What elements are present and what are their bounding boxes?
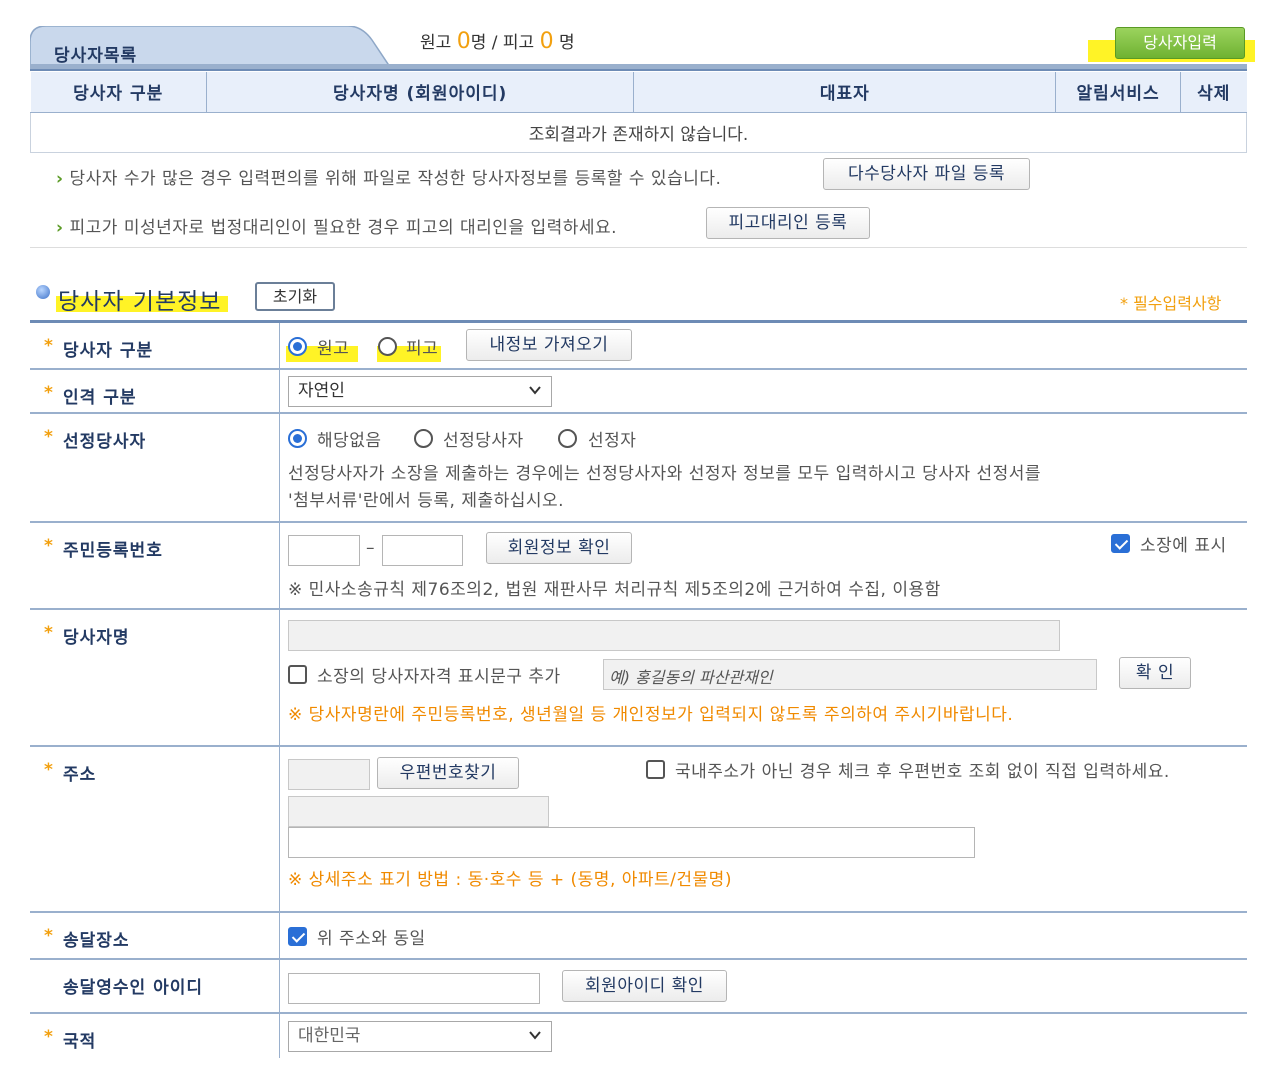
- label-nationality: 국적: [63, 1032, 97, 1052]
- radio-defendant[interactable]: [378, 337, 397, 356]
- radio-plaintiff-label: 원고: [317, 339, 350, 359]
- label-resident-no: 주민등록번호: [63, 541, 163, 561]
- file-info-line: › 당사자 수가 많은 경우 입력편의를 위해 파일로 작성한 당사자정보를 등록…: [56, 169, 722, 189]
- radio-defendant-label: 피고: [406, 339, 439, 359]
- row-delivery: * 송달장소: [30, 913, 1247, 960]
- party-name-warning: ※ 당사자명란에 주민등록번호, 생년월일 등 개인정보가 입력되지 않도록 주…: [288, 705, 1014, 725]
- show-on-complaint-label: 소장에 표시: [1140, 536, 1227, 556]
- reset-button[interactable]: 초기화: [255, 282, 335, 311]
- same-address-label: 위 주소와 동일: [317, 929, 426, 949]
- check-member-id-button[interactable]: 회원아이디 확인: [562, 970, 727, 1002]
- radio-plaintiff[interactable]: [288, 337, 307, 356]
- add-party-button[interactable]: 당사자입력: [1115, 27, 1245, 59]
- party-list-tab-label: 당사자목록: [54, 46, 138, 66]
- find-zipcode-button[interactable]: 우편번호찾기: [377, 757, 519, 789]
- designated-help-2: '첨부서류'란에서 등록, 제출하십시오.: [288, 491, 565, 511]
- section-title: 당사자 기본정보: [58, 289, 222, 315]
- agent-info-line: › 피고가 미성년자로 법정대리인이 필요한 경우 피고의 대리인을 입력하세요.: [56, 218, 618, 238]
- designated-help-1: 선정당사자가 소장을 제출하는 경우에는 선정당사자와 선정자 정보를 모두 입…: [288, 464, 1042, 484]
- multi-party-file-button[interactable]: 다수당사자 파일 등록: [823, 158, 1030, 190]
- label-party-type: 당사자 구분: [63, 341, 154, 361]
- address-detail-note: ※ 상세주소 표기 방법 : 동·호수 등 + (동명, 아파트/건물명): [288, 870, 732, 890]
- show-on-complaint-checkbox[interactable]: [1111, 534, 1130, 553]
- qualification-checkbox[interactable]: [288, 665, 307, 684]
- bullet-icon: [36, 285, 50, 299]
- col-notification: 알림서비스: [1055, 72, 1181, 113]
- chevron-right-icon: ›: [56, 218, 64, 238]
- party-name-input[interactable]: [288, 620, 1060, 651]
- address-detail-input[interactable]: [288, 827, 975, 858]
- defendant-agent-button[interactable]: 피고대리인 등록: [706, 207, 870, 239]
- foreign-address-label: 국내주소가 아닌 경우 체크 후 우편번호 조회 없이 직접 입력하세요.: [675, 762, 1170, 782]
- col-party-name: 당사자명 (회원아이디): [206, 72, 635, 113]
- radio-designator[interactable]: [558, 429, 577, 448]
- resident-no-back-input[interactable]: [382, 535, 463, 566]
- chevron-down-icon: [529, 386, 541, 395]
- resident-no-legal-note: ※ 민사소송규칙 제76조의2, 법원 재판사무 처리규칙 제5조의2에 근거하…: [288, 580, 941, 600]
- row-party-type: * 당사자 구분: [30, 323, 1247, 370]
- label-party-name: 당사자명: [63, 628, 130, 648]
- defendant-count: 0: [539, 29, 554, 54]
- chevron-down-icon: [529, 1031, 541, 1040]
- radio-designated-party[interactable]: [414, 429, 433, 448]
- col-delete: 삭제: [1180, 72, 1247, 113]
- radio-not-applicable[interactable]: [288, 429, 307, 448]
- plaintiff-count: 0: [456, 29, 471, 54]
- resident-no-front-input[interactable]: [288, 535, 360, 566]
- required-star: *: [44, 336, 54, 356]
- fetch-my-info-button[interactable]: 내정보 가져오기: [466, 329, 632, 361]
- zipcode-input[interactable]: [288, 759, 370, 790]
- required-note: * 필수입력사항: [1120, 294, 1222, 313]
- label-person-type: 인격 구분: [63, 388, 137, 408]
- table-row: 조회결과가 존재하지 않습니다.: [30, 112, 1247, 153]
- label-designated: 선정당사자: [63, 432, 147, 452]
- section-divider: [30, 247, 1247, 248]
- recipient-id-input[interactable]: [288, 973, 540, 1004]
- party-list-divider: [30, 64, 1247, 71]
- label-address: 주소: [63, 765, 97, 785]
- person-type-select[interactable]: 자연인: [288, 376, 552, 407]
- label-delivery: 송달장소: [63, 931, 130, 951]
- address-input[interactable]: [288, 796, 549, 827]
- same-address-checkbox[interactable]: [288, 927, 307, 946]
- verify-member-button[interactable]: 회원정보 확인: [486, 532, 632, 564]
- label-recipient-id: 송달영수인 아이디: [63, 978, 204, 998]
- qualification-label: 소장의 당사자자격 표시문구 추가: [317, 667, 561, 687]
- row-person-type: * 인격 구분: [30, 370, 1247, 414]
- nationality-select[interactable]: 대한민국: [288, 1021, 552, 1052]
- party-table: 당사자 구분 당사자명 (회원아이디) 대표자 알림서비스 삭제 조회결과가 존…: [30, 72, 1247, 153]
- party-counts: 원고 0명 / 피고 0 명: [420, 29, 575, 54]
- col-party-type: 당사자 구분: [30, 72, 207, 113]
- col-representative: 대표자: [633, 72, 1057, 113]
- qualification-input[interactable]: 예) 홍길동의 파산관재인: [603, 659, 1097, 690]
- confirm-button[interactable]: 확 인: [1119, 657, 1191, 689]
- chevron-right-icon: ›: [56, 169, 64, 189]
- row-nationality: * 국적: [30, 1014, 1247, 1058]
- empty-message: 조회결과가 존재하지 않습니다.: [30, 112, 1247, 153]
- foreign-address-checkbox[interactable]: [646, 760, 665, 779]
